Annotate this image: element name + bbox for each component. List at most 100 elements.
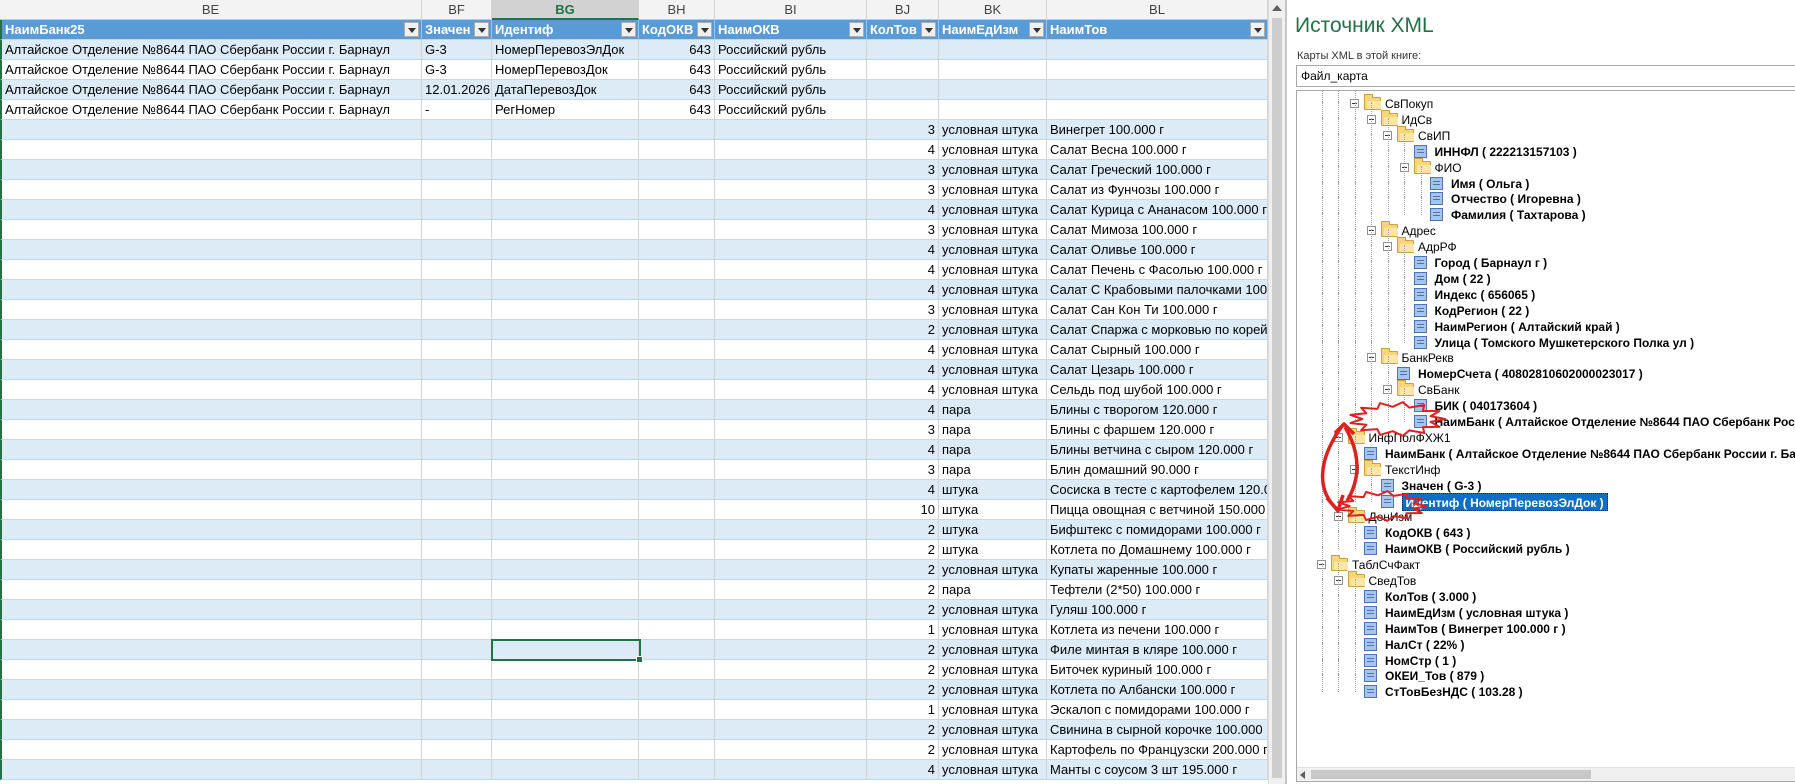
table-cell[interactable]: Салат Сан Кон Ти 100.000 г xyxy=(1047,300,1268,320)
table-cell[interactable] xyxy=(715,160,867,180)
table-cell[interactable] xyxy=(0,380,422,400)
table-cell[interactable] xyxy=(0,200,422,220)
table-cell[interactable]: штука xyxy=(939,520,1047,540)
table-cell[interactable] xyxy=(0,420,422,440)
table-cell[interactable] xyxy=(715,120,867,140)
table-cell[interactable] xyxy=(422,240,492,260)
table-cell[interactable]: Алтайское Отделение №8644 ПАО Сбербанк Р… xyxy=(0,60,422,80)
table-cell[interactable] xyxy=(422,680,492,700)
table-cell[interactable] xyxy=(0,540,422,560)
table-cell[interactable] xyxy=(0,760,422,780)
table-cell[interactable] xyxy=(422,600,492,620)
table-cell[interactable] xyxy=(422,460,492,480)
table-cell[interactable]: 4 xyxy=(867,400,939,420)
table-cell[interactable]: 3 xyxy=(867,420,939,440)
table-cell[interactable]: 643 xyxy=(639,100,715,120)
table-cell[interactable]: 3 xyxy=(867,120,939,140)
table-cell[interactable]: условная штука xyxy=(939,620,1047,640)
column-header-bk[interactable]: BK xyxy=(939,0,1047,20)
filter-dropdown-icon[interactable] xyxy=(621,22,636,37)
table-cell[interactable]: Блины ветчина с сыром 120.000 г xyxy=(1047,440,1268,460)
table-cell[interactable] xyxy=(422,580,492,600)
table-cell[interactable] xyxy=(0,560,422,580)
table-cell[interactable] xyxy=(639,280,715,300)
header-cell[interactable]: Идентиф xyxy=(492,20,639,40)
table-cell[interactable] xyxy=(0,520,422,540)
table-cell[interactable] xyxy=(867,80,939,100)
table-cell[interactable] xyxy=(492,660,639,680)
table-cell[interactable]: условная штука xyxy=(939,720,1047,740)
table-cell[interactable] xyxy=(715,660,867,680)
table-cell[interactable]: условная штука xyxy=(939,740,1047,760)
xml-tree[interactable]: СвПокуп ИдСв СвИП ИННФЛ ( 222213157103 ) ФИО… xyxy=(1296,90,1795,782)
table-cell[interactable]: 4 xyxy=(867,340,939,360)
header-cell[interactable]: КолТов xyxy=(867,20,939,40)
table-cell[interactable] xyxy=(0,400,422,420)
table-cell[interactable]: Российский рубль xyxy=(715,40,867,60)
table-cell[interactable] xyxy=(639,140,715,160)
table-cell[interactable] xyxy=(492,380,639,400)
table-cell[interactable] xyxy=(0,480,422,500)
table-cell[interactable]: условная штука xyxy=(939,280,1047,300)
table-cell[interactable] xyxy=(492,180,639,200)
header-cell[interactable]: НаимОКВ xyxy=(715,20,867,40)
tree-scroll-thumb[interactable] xyxy=(1311,770,1591,779)
table-cell[interactable]: условная штука xyxy=(939,680,1047,700)
table-cell[interactable]: Пицца овощная с ветчиной 150.000 г xyxy=(1047,500,1268,520)
table-cell[interactable]: 643 xyxy=(639,80,715,100)
table-cell[interactable] xyxy=(867,100,939,120)
table-cell[interactable] xyxy=(492,740,639,760)
table-cell[interactable]: РегНомер xyxy=(492,100,639,120)
table-cell[interactable]: пара xyxy=(939,420,1047,440)
table-cell[interactable]: Салат Оливье 100.000 г xyxy=(1047,240,1268,260)
table-cell[interactable]: 643 xyxy=(639,40,715,60)
column-header-bl[interactable]: BL xyxy=(1047,0,1268,20)
table-cell[interactable] xyxy=(0,180,422,200)
table-cell[interactable] xyxy=(422,660,492,680)
table-cell[interactable] xyxy=(422,620,492,640)
table-cell[interactable] xyxy=(715,700,867,720)
spreadsheet-area[interactable]: BE BF BG BH BI BJ BK BL НаимБанк25 Значен Идентиф… xyxy=(0,0,1268,784)
table-cell[interactable] xyxy=(492,560,639,580)
table-cell[interactable] xyxy=(639,240,715,260)
table-cell[interactable] xyxy=(422,300,492,320)
table-cell[interactable] xyxy=(492,300,639,320)
table-cell[interactable] xyxy=(715,500,867,520)
table-cell[interactable]: условная штука xyxy=(939,380,1047,400)
table-cell[interactable]: 4 xyxy=(867,360,939,380)
table-cell[interactable] xyxy=(492,140,639,160)
filter-dropdown-icon[interactable] xyxy=(1250,22,1265,37)
filter-dropdown-icon[interactable] xyxy=(474,22,489,37)
tree-horizontal-scrollbar[interactable] xyxy=(1297,767,1795,781)
table-cell[interactable] xyxy=(492,400,639,420)
table-cell[interactable]: 4 xyxy=(867,240,939,260)
table-cell[interactable] xyxy=(0,640,422,660)
table-cell[interactable]: Салат Сырный 100.000 г xyxy=(1047,340,1268,360)
table-cell[interactable]: пара xyxy=(939,580,1047,600)
table-cell[interactable] xyxy=(492,720,639,740)
table-cell[interactable] xyxy=(639,760,715,780)
column-header-bh[interactable]: BH xyxy=(639,0,715,20)
table-cell[interactable]: Российский рубль xyxy=(715,80,867,100)
table-cell[interactable] xyxy=(1047,80,1268,100)
table-cell[interactable] xyxy=(639,580,715,600)
data-grid[interactable]: НаимБанк25 Значен Идентиф КодОКВ НаимОКВ КолТ… xyxy=(0,20,1268,780)
table-cell[interactable]: Манты с соусом 3 шт 195.000 г xyxy=(1047,760,1268,780)
table-cell[interactable] xyxy=(639,560,715,580)
table-cell[interactable]: Блин домашний 90.000 г xyxy=(1047,460,1268,480)
table-cell[interactable] xyxy=(939,80,1047,100)
table-cell[interactable] xyxy=(422,500,492,520)
table-cell[interactable]: Купаты жаренные 100.000 г xyxy=(1047,560,1268,580)
table-cell[interactable]: Сосиска в тесте с картофелем 120.000 г xyxy=(1047,480,1268,500)
table-cell[interactable] xyxy=(715,440,867,460)
table-cell[interactable]: условная штука xyxy=(939,340,1047,360)
table-cell[interactable] xyxy=(492,500,639,520)
table-cell[interactable]: 4 xyxy=(867,480,939,500)
table-cell[interactable]: 2 xyxy=(867,740,939,760)
table-cell[interactable]: 2 xyxy=(867,640,939,660)
table-cell[interactable] xyxy=(715,560,867,580)
table-cell[interactable] xyxy=(639,720,715,740)
table-cell[interactable] xyxy=(715,520,867,540)
table-cell[interactable]: 2 xyxy=(867,720,939,740)
table-cell[interactable] xyxy=(639,120,715,140)
